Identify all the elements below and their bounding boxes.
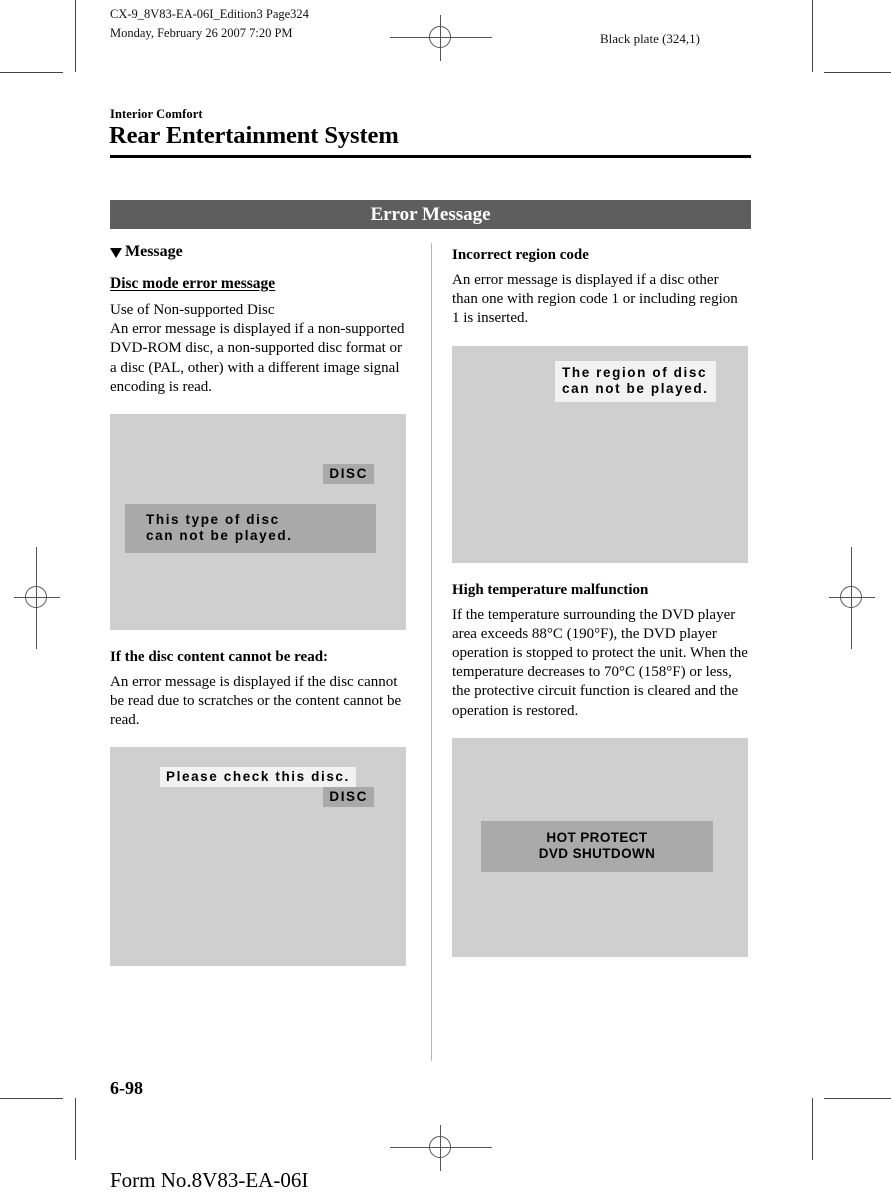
- print-header-line2: Monday, February 26 2007 7:20 PM: [110, 26, 293, 40]
- page-number: 6-98: [110, 1078, 143, 1098]
- banner-label: Error Message: [370, 203, 491, 225]
- column-divider: [431, 243, 432, 1061]
- message-heading-label: Message: [125, 243, 183, 260]
- crop-mark-top-right-vertical: [812, 0, 813, 72]
- figure-disc-not-played: DISC This type of disc can not be played…: [110, 413, 406, 630]
- registration-mark-bottom: [390, 1125, 492, 1171]
- right-column: Incorrect region code An error message i…: [452, 243, 748, 957]
- error-message-banner: Error Message: [110, 200, 751, 229]
- figure3-message: The region of disc can not be played.: [555, 360, 716, 402]
- high-temperature-heading: High temperature malfunction: [452, 581, 649, 598]
- cannot-read-body: An error message is displayed if the dis…: [110, 673, 402, 729]
- registration-mark-right: [829, 547, 875, 649]
- figure-hot-protect: HOT PROTECT DVD SHUTDOWN: [452, 737, 748, 957]
- print-header-line1: CX-9_8V83-EA-06I_Edition3 Page324: [110, 7, 309, 21]
- figure-please-check-disc: Please check this disc. DISC: [110, 746, 406, 966]
- region-code-heading: Incorrect region code: [452, 247, 589, 263]
- left-column: Message Disc mode error message Use of N…: [110, 243, 406, 966]
- title-rule: [110, 155, 751, 158]
- figure4-message: HOT PROTECT DVD SHUTDOWN: [481, 820, 713, 872]
- figure-region-not-played: The region of disc can not be played.: [452, 345, 748, 563]
- crop-mark-bottom-left-vertical: [75, 1098, 76, 1160]
- region-code-body: An error message is displayed if a disc …: [452, 272, 738, 327]
- black-plate-label: Black plate (324,1): [600, 31, 700, 46]
- figure2-message: Please check this disc.: [160, 766, 356, 787]
- manual-page: CX-9_8V83-EA-06I_Edition3 Page324 Monday…: [0, 0, 891, 1200]
- disc-mode-heading: Disc mode error message: [110, 275, 276, 292]
- section-kicker: Interior Comfort: [110, 107, 203, 121]
- high-temperature-body: If the temperature surrounding the DVD p…: [452, 606, 748, 719]
- crop-mark-bottom-left-horizontal: [0, 1098, 63, 1099]
- crop-mark-top-right-horizontal: [824, 72, 891, 73]
- message-heading: Message: [110, 243, 406, 261]
- registration-mark-left: [14, 547, 60, 649]
- form-number: Form No.8V83-EA-06I: [110, 1168, 309, 1192]
- crop-mark-top-left-horizontal: [0, 72, 63, 73]
- page-title: Rear Entertainment System: [109, 122, 399, 149]
- disc-mode-body: Use of Non-supported Disc An error messa…: [110, 302, 405, 395]
- figure1-message: This type of disc can not be played.: [125, 503, 376, 553]
- triangle-down-icon: [110, 248, 122, 258]
- crop-mark-top-left-vertical: [75, 0, 76, 72]
- crop-mark-bottom-right-horizontal: [824, 1098, 891, 1099]
- registration-mark-top: [390, 15, 492, 61]
- cannot-read-heading: If the disc content cannot be read:: [110, 648, 329, 665]
- figure2-disc-badge: DISC: [323, 786, 374, 807]
- crop-mark-bottom-right-vertical: [812, 1098, 813, 1160]
- print-header-text: CX-9_8V83-EA-06I_Edition3 Page324 Monday…: [110, 5, 309, 43]
- figure1-disc-badge: DISC: [323, 463, 374, 485]
